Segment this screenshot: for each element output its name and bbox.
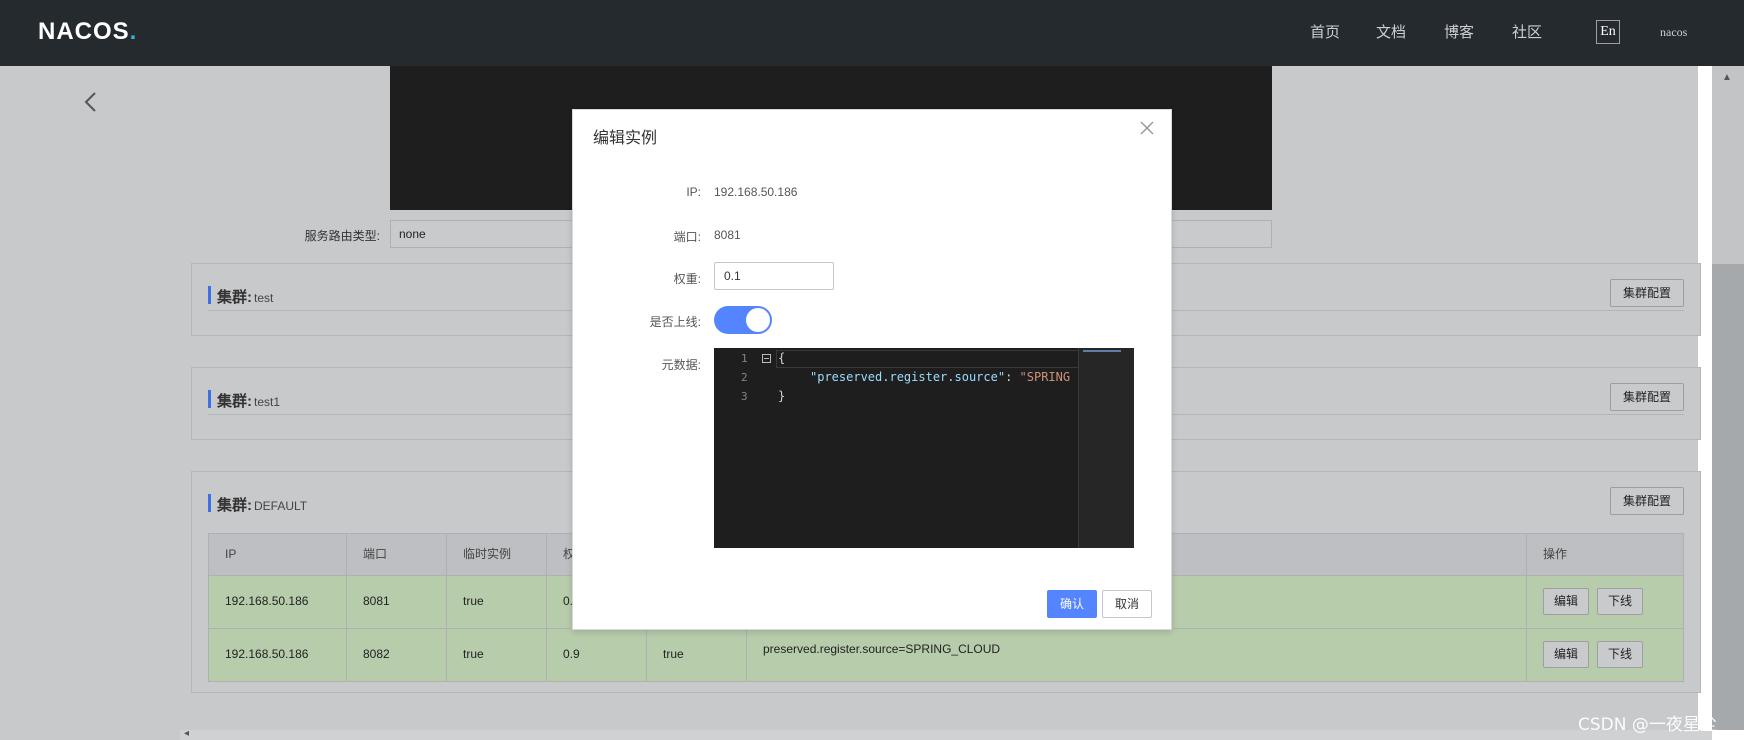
- port-value: 8081: [714, 228, 741, 242]
- edit-instance-dialog: 编辑实例 IP: 192.168.50.186 端口: 8081 权重: 0.1…: [572, 109, 1172, 630]
- confirm-button[interactable]: 确认: [1047, 590, 1097, 618]
- json-colon: :: [1005, 370, 1020, 384]
- cancel-button[interactable]: 取消: [1102, 590, 1152, 618]
- cluster-name: DEFAULT: [254, 499, 308, 513]
- nav-blog[interactable]: 博客: [1444, 22, 1474, 44]
- cluster-label: 集群:: [217, 289, 252, 306]
- code-line: "preserved.register.source": "SPRING: [810, 370, 1070, 384]
- cell-healthy: true: [647, 629, 747, 681]
- column-header-ip: IP: [209, 534, 347, 575]
- line-number: 1: [741, 352, 748, 365]
- cluster-config-button[interactable]: 集群配置: [1610, 383, 1684, 411]
- cell-ephemeral: true: [447, 629, 547, 681]
- cluster-label: 集群:: [217, 393, 252, 410]
- horizontal-scrollbar[interactable]: [180, 730, 1712, 740]
- code-line: {: [778, 351, 786, 365]
- top-header: NACOS. 首页 文档 博客 社区 En nacos: [0, 0, 1744, 66]
- json-value: "SPRING: [1019, 370, 1071, 384]
- cluster-label: 集群:: [217, 497, 252, 514]
- line-number: 2: [741, 371, 748, 384]
- cell-actions: 编辑 下线: [1527, 629, 1683, 681]
- cell-ip: 192.168.50.186: [209, 576, 347, 628]
- line-number: 3: [741, 390, 748, 403]
- online-toggle[interactable]: [714, 306, 772, 334]
- weight-input[interactable]: 0.1: [714, 262, 834, 290]
- scroll-up-icon[interactable]: ▲: [1722, 72, 1732, 83]
- close-icon[interactable]: [1139, 120, 1155, 136]
- cluster-title: 集群: test1: [208, 390, 281, 410]
- scroll-left-icon[interactable]: ◂: [184, 728, 189, 739]
- user-name[interactable]: nacos: [1660, 25, 1687, 40]
- table-row: 192.168.50.186 8082 true 0.9 true preser…: [208, 629, 1684, 682]
- fold-toggle-icon[interactable]: [762, 354, 771, 363]
- cell-port: 8082: [347, 629, 447, 681]
- back-arrow-icon[interactable]: [80, 90, 102, 114]
- editor-minimap[interactable]: [1078, 348, 1134, 548]
- offline-button[interactable]: 下线: [1597, 588, 1643, 615]
- column-header-actions: 操作: [1543, 547, 1568, 561]
- watermark: CSDN @一夜星尘: [1578, 715, 1717, 735]
- cell-actions: 编辑 下线: [1527, 576, 1683, 628]
- weight-label: 权重:: [673, 272, 701, 286]
- metadata-editor[interactable]: 1 2 3 { "preserved.register.source": "SP…: [714, 348, 1134, 548]
- cluster-title: 集群: test: [208, 286, 274, 306]
- nav-docs[interactable]: 文档: [1376, 22, 1406, 44]
- nav-home[interactable]: 首页: [1310, 22, 1340, 44]
- language-switch-button[interactable]: En: [1596, 20, 1620, 44]
- current-line-highlight: [776, 350, 1080, 368]
- cell-ip: 192.168.50.186: [209, 629, 347, 681]
- dialog-title: 编辑实例: [593, 130, 658, 147]
- offline-button[interactable]: 下线: [1597, 641, 1643, 668]
- metadata-label: 元数据:: [661, 358, 701, 372]
- ip-value: 192.168.50.186: [714, 185, 798, 199]
- cluster-config-button[interactable]: 集群配置: [1610, 487, 1684, 515]
- cluster-config-button[interactable]: 集群配置: [1610, 279, 1684, 307]
- nacos-logo[interactable]: NACOS.: [38, 18, 137, 46]
- cell-weight: 0.9: [547, 629, 647, 681]
- cluster-name: test: [254, 291, 274, 305]
- vertical-scrollbar-thumb[interactable]: [1712, 264, 1744, 730]
- online-label: 是否上线:: [649, 315, 701, 329]
- edit-button[interactable]: 编辑: [1543, 641, 1589, 668]
- minimap-line: [1083, 350, 1121, 352]
- nav-community[interactable]: 社区: [1512, 22, 1542, 44]
- column-header-ephemeral: 临时实例: [447, 534, 547, 575]
- code-line: }: [778, 389, 786, 403]
- cell-metadata: preserved.register.source=SPRING_CLOUD: [747, 629, 1527, 681]
- port-label: 端口:: [673, 230, 701, 244]
- cell-ephemeral: true: [447, 576, 547, 628]
- column-header-port: 端口: [347, 534, 447, 575]
- cell-port: 8081: [347, 576, 447, 628]
- cluster-title: 集群: DEFAULT: [208, 494, 308, 514]
- toggle-knob: [746, 308, 770, 332]
- top-nav: 首页 文档 博客 社区: [1310, 22, 1710, 46]
- json-key: "preserved.register.source": [810, 370, 1006, 384]
- cluster-name: test1: [254, 395, 281, 409]
- route-type-label: 服务路由类型:: [304, 229, 380, 243]
- ip-label: IP:: [686, 185, 701, 199]
- left-panel: [0, 66, 180, 740]
- edit-button[interactable]: 编辑: [1543, 588, 1589, 615]
